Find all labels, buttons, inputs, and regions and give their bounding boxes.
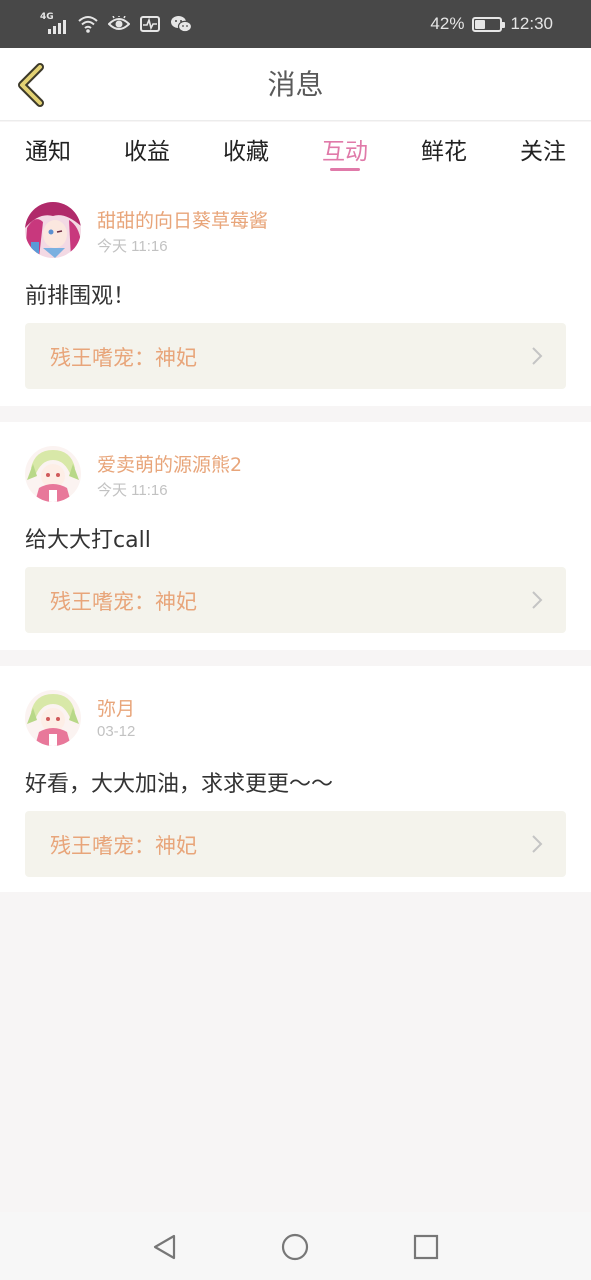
battery-icon [472, 16, 506, 32]
message-time: 今天 11:16 [97, 238, 168, 255]
home-circle-icon [281, 1233, 309, 1261]
page-title: 消息 [267, 68, 324, 101]
tab-notice[interactable]: 通知 [8, 132, 88, 166]
eye-icon [108, 16, 130, 30]
activity-icon [140, 16, 160, 32]
wifi-icon [78, 16, 98, 33]
nav-recents-button[interactable] [411, 1232, 441, 1262]
status-bar: 4G 42% 12:30 [0, 0, 591, 48]
app-header: 消息 [0, 48, 591, 121]
chevron-right-icon [532, 835, 543, 853]
book-title: 残王嗜宠：神妃 [50, 590, 197, 614]
comment-text: 好看，大大加油，求求更更～～ [25, 772, 334, 797]
book-link[interactable]: 残王嗜宠：神妃 [25, 811, 566, 877]
book-title: 残王嗜宠：神妃 [50, 346, 197, 370]
book-link[interactable]: 残王嗜宠：神妃 [25, 323, 566, 389]
message-card: 弥月 03-12 好看，大大加油，求求更更～～ 残王嗜宠：神妃 [0, 666, 591, 892]
back-triangle-icon [153, 1234, 176, 1260]
comment-text: 前排围观！ [25, 284, 136, 309]
message-card: 甜甜的向日葵草莓酱 今天 11:16 前排围观！ 残王嗜宠：神妃 [0, 178, 591, 406]
username[interactable]: 爱卖萌的源源熊2 [97, 450, 242, 477]
nav-back-button[interactable] [150, 1232, 180, 1262]
clock: 12:30 [510, 14, 553, 33]
tab-follows[interactable]: 关注 [503, 132, 583, 166]
avatar[interactable] [25, 446, 81, 502]
book-link[interactable]: 残王嗜宠：神妃 [25, 567, 566, 633]
tab-flowers[interactable]: 鲜花 [404, 132, 484, 166]
message-time: 今天 11:16 [97, 482, 168, 499]
signal-icon: 4G [40, 12, 68, 34]
avatar[interactable] [25, 690, 81, 746]
book-title: 残王嗜宠：神妃 [50, 834, 197, 858]
avatar[interactable] [25, 202, 81, 258]
tab-earnings[interactable]: 收益 [107, 132, 187, 166]
tab-favorites[interactable]: 收藏 [206, 132, 286, 166]
chevron-right-icon [532, 347, 543, 365]
battery-percent: 42% [430, 14, 465, 33]
system-nav-bar [0, 1212, 591, 1280]
username[interactable]: 甜甜的向日葵草莓酱 [97, 206, 268, 233]
message-card: 爱卖萌的源源熊2 今天 11:16 给大大打call 残王嗜宠：神妃 [0, 422, 591, 650]
message-time: 03-12 [97, 723, 136, 740]
tab-interaction[interactable]: 互动 [305, 132, 385, 166]
tab-bar: 通知 收益 收藏 互动 鲜花 关注 [0, 122, 591, 182]
recents-square-icon [413, 1234, 439, 1260]
username[interactable]: 弥月 [97, 694, 135, 721]
active-tab-indicator [330, 168, 360, 171]
wechat-icon [171, 16, 192, 33]
chevron-right-icon [532, 591, 543, 609]
comment-text: 给大大打call [25, 528, 151, 553]
nav-home-button[interactable] [280, 1232, 310, 1262]
